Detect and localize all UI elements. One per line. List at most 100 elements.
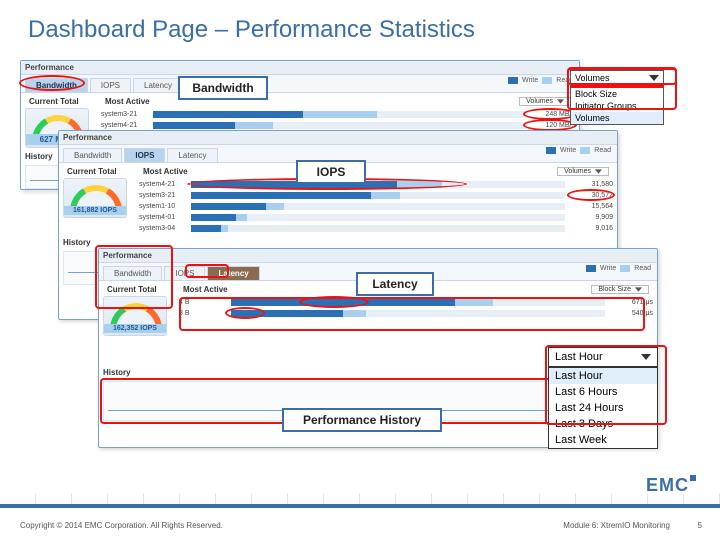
bar-value: 31,580 xyxy=(569,181,613,188)
gauge-value: 162,352 IOPS xyxy=(104,324,166,333)
latency-gauge: 162,352 IOPS xyxy=(103,296,167,336)
legend-write-label: Write xyxy=(560,147,576,154)
bar-label: system3-21 xyxy=(101,111,149,118)
dropdown-option[interactable]: Block Size xyxy=(571,88,663,100)
dropdown-list: Last Hour Last 6 Hours Last 24 Hours Las… xyxy=(549,367,657,448)
dropdown-selected[interactable]: Last Hour xyxy=(549,348,657,367)
bar-row: 4 B 671 μs xyxy=(179,297,653,307)
entity-type-dropdown[interactable]: Volumes xyxy=(557,167,609,176)
bar-value: 15,564 xyxy=(569,203,613,210)
bar-value: 120 MB/s xyxy=(531,122,575,129)
bar-row: system3-21 30,572 xyxy=(139,190,613,200)
history-label-text: History xyxy=(103,368,131,377)
bar-track xyxy=(191,214,565,221)
dropdown-value: Volumes xyxy=(526,98,553,105)
most-active-hdr: Most Active xyxy=(101,95,154,108)
bar-track xyxy=(231,299,605,306)
panel-header: Performance xyxy=(59,131,617,145)
legend-read-label: Read xyxy=(594,147,611,154)
legend-write-swatch xyxy=(586,265,596,272)
most-active-col: Most Active Volumes system4-21 31,580 sy… xyxy=(139,165,613,234)
tab-iops[interactable]: IOPS xyxy=(124,148,165,162)
legend-read-swatch xyxy=(620,265,630,272)
dropdown-option[interactable]: Last 24 Hours xyxy=(549,400,657,416)
callout-bandwidth: Bandwidth xyxy=(178,76,268,100)
gauge-value: 161,882 IOPS xyxy=(64,206,126,215)
bar-track xyxy=(231,310,605,317)
bar-label: system3-04 xyxy=(139,225,187,232)
tab-latency[interactable]: Latency xyxy=(133,78,183,92)
bar-row: system4-21 31,580 xyxy=(139,179,613,189)
tab-bandwidth[interactable]: Bandwidth xyxy=(25,78,88,92)
legend-read-swatch xyxy=(542,77,552,84)
tab-iops[interactable]: IOPS xyxy=(164,266,205,280)
legend: Write Read xyxy=(586,265,651,272)
dropdown-value: Volumes xyxy=(564,168,591,175)
callout-iops: IOPS xyxy=(296,160,366,184)
legend-write-label: Write xyxy=(600,265,616,272)
panel-header: Performance xyxy=(99,249,657,263)
bar-track xyxy=(153,122,527,129)
bar-value: 248 MB/s xyxy=(531,111,575,118)
current-total-hdr: Current Total xyxy=(63,165,133,178)
dropdown-list: Block Size Initiator Groups Volumes xyxy=(571,87,663,124)
bar-row: system3-21 248 MB/s xyxy=(101,109,575,119)
bar-row: system1-10 15,564 xyxy=(139,201,613,211)
most-active-hdr: Most Active xyxy=(179,283,232,296)
dropdown-option[interactable]: Last 6 Hours xyxy=(549,384,657,400)
legend-read-label: Read xyxy=(634,265,651,272)
legend-write-label: Write xyxy=(522,77,538,84)
current-total-col: Current Total 161,882 IOPS xyxy=(63,165,133,234)
bar-label: 4 B xyxy=(179,299,227,306)
dropdown-selected-value: Last Hour xyxy=(555,351,603,363)
page-number: 5 xyxy=(698,521,702,530)
legend: Write Read xyxy=(508,77,573,84)
time-range-dropdown-open: Last Hour Last Hour Last 6 Hours Last 24… xyxy=(548,347,658,449)
bar-label: system4-21 xyxy=(101,122,149,129)
entity-type-dropdown[interactable]: Volumes xyxy=(519,97,571,106)
slide: Dashboard Page – Performance Statistics … xyxy=(0,0,720,540)
legend-read-swatch xyxy=(580,147,590,154)
bar-track xyxy=(191,181,565,188)
tab-iops[interactable]: IOPS xyxy=(90,78,131,92)
dropdown-option[interactable]: Volumes xyxy=(571,112,663,124)
bar-track xyxy=(153,111,527,118)
bar-track xyxy=(191,192,565,199)
dropdown-option[interactable]: Last Week xyxy=(549,432,657,448)
block-size-dropdown[interactable]: Block Size xyxy=(591,285,649,294)
dropdown-option[interactable]: Initiator Groups xyxy=(571,100,663,112)
dropdown-option[interactable]: Last Hour xyxy=(549,368,657,384)
callout-history: Performance History xyxy=(282,408,442,432)
chevron-down-icon xyxy=(649,74,659,82)
dropdown-option[interactable]: Last 3 Days xyxy=(549,416,657,432)
tab-bandwidth[interactable]: Bandwidth xyxy=(63,148,122,162)
tab-bandwidth[interactable]: Bandwidth xyxy=(103,266,162,280)
footer-bar xyxy=(0,504,720,508)
module-text: Module 6: XtremIO Monitoring xyxy=(563,521,670,530)
tab-latency[interactable]: Latency xyxy=(167,148,217,162)
bar-label: system3-21 xyxy=(139,192,187,199)
bar-label: system4-01 xyxy=(139,214,187,221)
bar-row: system3-04 9,016 xyxy=(139,223,613,233)
bar-value: 540 μs xyxy=(609,310,653,317)
tab-latency[interactable]: Latency xyxy=(207,266,259,280)
current-total-hdr: Current Total xyxy=(103,283,173,296)
bar-value: 9,016 xyxy=(569,225,613,232)
copyright-text: Copyright © 2014 EMC Corporation. All Ri… xyxy=(20,521,223,530)
iops-gauge: 161,882 IOPS xyxy=(63,178,127,218)
bar-label: system4-21 xyxy=(139,181,187,188)
emc-logo: EMC xyxy=(646,475,696,496)
legend: Write Read xyxy=(546,147,611,154)
current-total-col: Current Total 162,352 IOPS xyxy=(103,283,173,336)
bar-value: 30,572 xyxy=(569,192,613,199)
page-title: Dashboard Page – Performance Statistics xyxy=(28,16,475,44)
legend-write-swatch xyxy=(508,77,518,84)
dropdown-selected[interactable]: Volumes xyxy=(571,71,663,87)
callout-latency: Latency xyxy=(356,272,434,296)
entity-type-dropdown-open: Volumes Block Size Initiator Groups Volu… xyxy=(570,70,664,125)
bar-row: system4-21 120 MB/s xyxy=(101,120,575,130)
bar-row: system4-01 9,909 xyxy=(139,212,613,222)
current-total-hdr: Current Total xyxy=(25,95,95,108)
chevron-down-icon xyxy=(557,99,564,104)
dropdown-value: Block Size xyxy=(598,286,631,293)
